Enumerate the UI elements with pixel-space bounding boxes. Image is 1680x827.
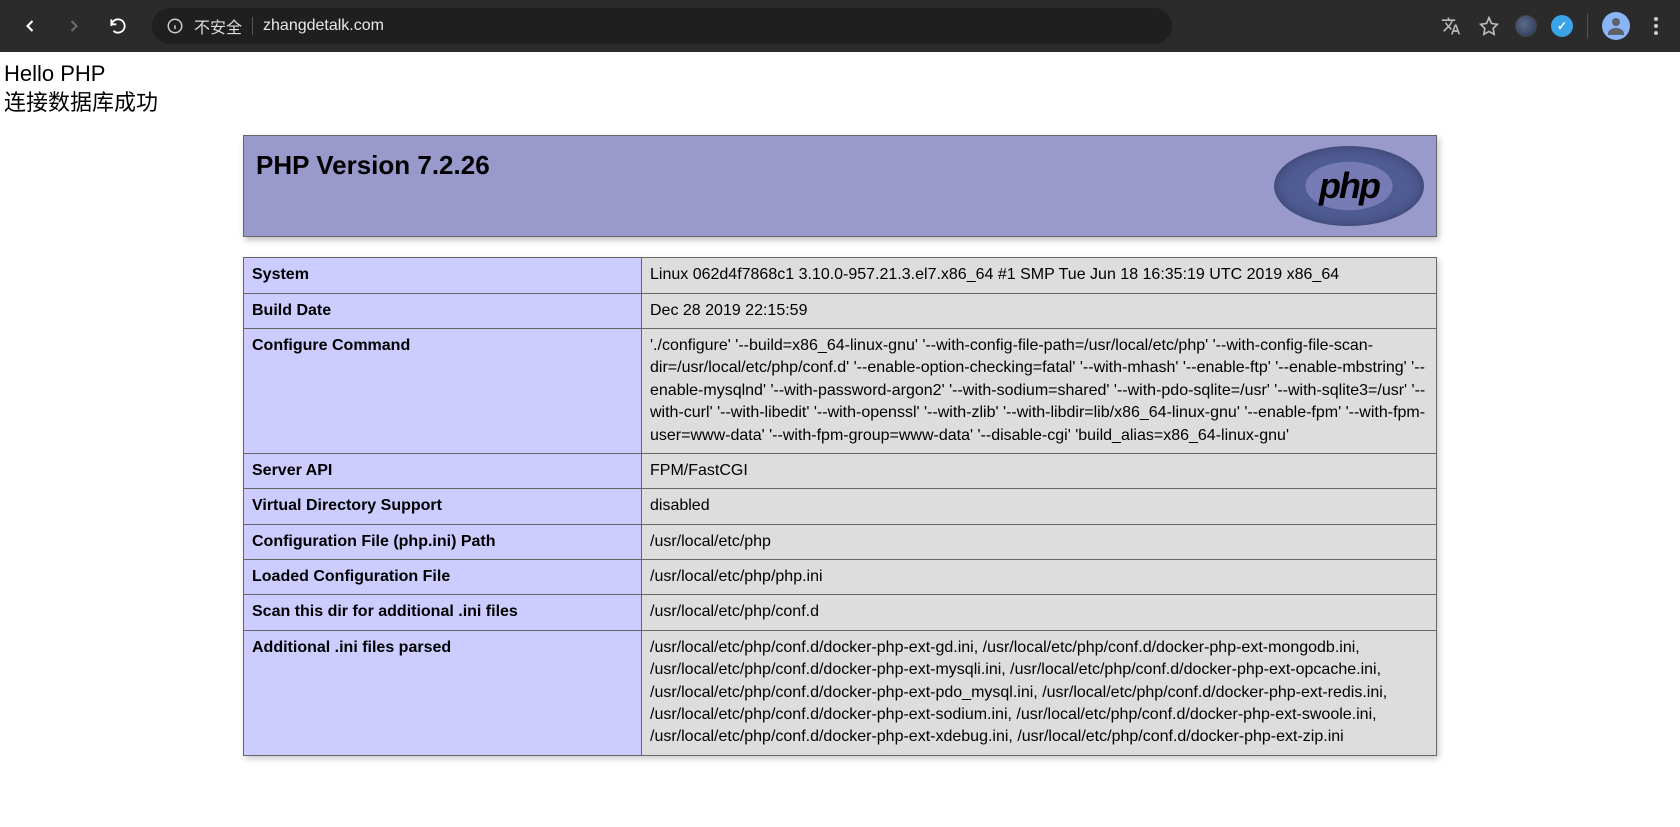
phpinfo-row-value: /usr/local/etc/php bbox=[642, 524, 1437, 559]
phpinfo-row-label: Virtual Directory Support bbox=[244, 489, 642, 524]
php-logo: php bbox=[1274, 146, 1424, 226]
phpinfo-row-label: Additional .ini files parsed bbox=[244, 630, 642, 755]
phpinfo-table: SystemLinux 062d4f7868c1 3.10.0-957.21.3… bbox=[243, 257, 1437, 756]
phpinfo-row-label: Loaded Configuration File bbox=[244, 560, 642, 595]
phpinfo-row-label: Configuration File (php.ini) Path bbox=[244, 524, 642, 559]
phpinfo-row-label: Configure Command bbox=[244, 328, 642, 453]
profile-avatar[interactable] bbox=[1602, 12, 1630, 40]
phpinfo-row-value: disabled bbox=[642, 489, 1437, 524]
security-status-label: 不安全 bbox=[194, 14, 242, 38]
browser-menu-button[interactable] bbox=[1644, 17, 1668, 35]
translate-icon[interactable] bbox=[1439, 14, 1463, 38]
phpinfo-row-value: /usr/local/etc/php/conf.d bbox=[642, 595, 1437, 630]
phpinfo-row-value: Linux 062d4f7868c1 3.10.0-957.21.3.el7.x… bbox=[642, 258, 1437, 293]
table-row: Additional .ini files parsed/usr/local/e… bbox=[244, 630, 1437, 755]
browser-toolbar: 不安全 zhangdetalk.com bbox=[0, 0, 1680, 52]
table-row: Build DateDec 28 2019 22:15:59 bbox=[244, 293, 1437, 328]
table-row: Loaded Configuration File/usr/local/etc/… bbox=[244, 560, 1437, 595]
hello-line-1: Hello PHP bbox=[4, 60, 1676, 89]
url-text: zhangdetalk.com bbox=[263, 17, 384, 35]
reload-button[interactable] bbox=[100, 8, 136, 44]
extension-icon-1[interactable] bbox=[1515, 15, 1537, 37]
url-divider bbox=[252, 17, 253, 35]
phpinfo-row-value: './configure' '--build=x86_64-linux-gnu'… bbox=[642, 328, 1437, 453]
address-bar[interactable]: 不安全 zhangdetalk.com bbox=[152, 8, 1172, 44]
hello-line-2: 连接数据库成功 bbox=[4, 89, 1676, 118]
table-row: Scan this dir for additional .ini files/… bbox=[244, 595, 1437, 630]
table-row: SystemLinux 062d4f7868c1 3.10.0-957.21.3… bbox=[244, 258, 1437, 293]
phpinfo-row-label: Scan this dir for additional .ini files bbox=[244, 595, 642, 630]
extension-icon-2[interactable] bbox=[1551, 15, 1573, 37]
forward-button[interactable] bbox=[56, 8, 92, 44]
phpinfo-header: PHP Version 7.2.26 php bbox=[243, 135, 1437, 237]
table-row: Server APIFPM/FastCGI bbox=[244, 453, 1437, 488]
php-version-title: PHP Version 7.2.26 bbox=[256, 150, 490, 181]
bookmark-star-icon[interactable] bbox=[1477, 14, 1501, 38]
phpinfo-row-value: FPM/FastCGI bbox=[642, 453, 1437, 488]
phpinfo-tbody: SystemLinux 062d4f7868c1 3.10.0-957.21.3… bbox=[244, 258, 1437, 756]
phpinfo-row-label: System bbox=[244, 258, 642, 293]
phpinfo-row-value: /usr/local/etc/php/conf.d/docker-php-ext… bbox=[642, 630, 1437, 755]
site-info-icon[interactable] bbox=[166, 17, 184, 35]
table-row: Virtual Directory Supportdisabled bbox=[244, 489, 1437, 524]
phpinfo-row-value: Dec 28 2019 22:15:59 bbox=[642, 293, 1437, 328]
back-button[interactable] bbox=[12, 8, 48, 44]
phpinfo-row-value: /usr/local/etc/php/php.ini bbox=[642, 560, 1437, 595]
table-row: Configure Command'./configure' '--build=… bbox=[244, 328, 1437, 453]
phpinfo-row-label: Server API bbox=[244, 453, 642, 488]
php-logo-text: php bbox=[1319, 165, 1379, 207]
phpinfo-container: PHP Version 7.2.26 php SystemLinux 062d4… bbox=[243, 135, 1437, 756]
toolbar-right bbox=[1439, 12, 1668, 40]
phpinfo-row-label: Build Date bbox=[244, 293, 642, 328]
toolbar-divider bbox=[1587, 14, 1588, 38]
page-body: Hello PHP 连接数据库成功 PHP Version 7.2.26 php… bbox=[0, 52, 1680, 764]
table-row: Configuration File (php.ini) Path/usr/lo… bbox=[244, 524, 1437, 559]
